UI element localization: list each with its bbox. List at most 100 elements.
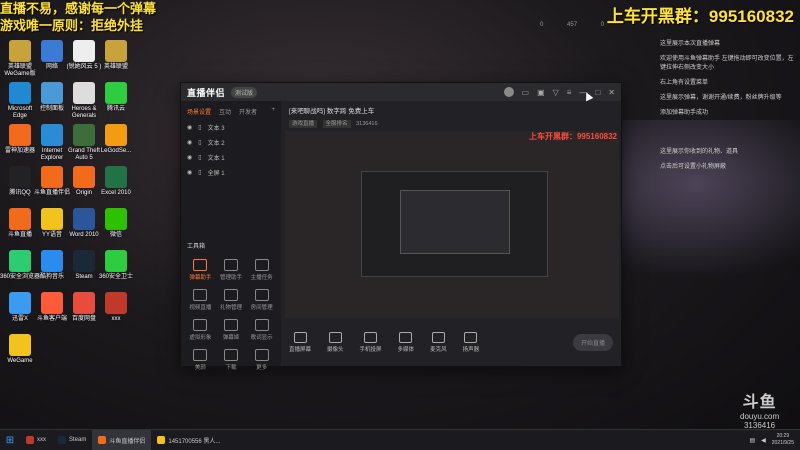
volume-icon[interactable]: ◀ [761,437,766,444]
tool-icon [223,259,238,271]
nested-preview [361,171,548,277]
eye-icon[interactable]: ◉ [187,169,192,176]
app-icon [73,208,95,230]
chat-line: 右上角有设置菜单 [660,80,709,86]
scene-item[interactable]: ◉ ▯ 文本 3 [181,120,281,135]
overlay-line-2: 游戏唯一原则：拒绝外挂 [0,18,144,33]
app-icon [41,40,63,62]
desktop-icon[interactable]: 英雄联盟 [96,40,136,71]
desktop-icon[interactable]: 360安全卫士 [96,250,136,281]
message-icon[interactable]: ▭ [522,88,530,97]
desktop-icon-label: 360安全卫士 [98,274,133,280]
desktop-icon-label: xxx [111,316,121,322]
tool-button[interactable]: 弹幕姬 [216,319,247,341]
room-chip[interactable]: 全服排名 [322,120,351,128]
app-icon [41,208,63,230]
tool-button[interactable]: 歌词显示 [246,319,277,341]
app-icon [73,124,95,146]
lock-icon[interactable]: ▯ [198,169,201,176]
chat-line: 欢迎使用斗鱼弹幕助手 左键拖动即可改变位置，左键拉伸右侧改变大小 [660,56,794,71]
taskbar-item[interactable]: 斗鱼直播伴侣 [92,430,152,450]
live-preview[interactable]: 上车开黑群：995160832 [285,131,619,318]
tool-button[interactable]: 礼物管理 [216,289,247,311]
scene-item[interactable]: ◉ ▯ 文本 2 [181,135,281,150]
stream-stats: 0 457 0 [540,22,626,28]
taskbar-item[interactable]: Steam [52,430,92,450]
scene-item[interactable]: ◉ ▯ 文本 1 [181,150,281,165]
scene-item[interactable]: ◉ ▯ 全屏 1 [181,165,281,180]
maximize-icon[interactable]: □ [595,88,600,97]
sidebar-tabs: 场景设置 互动 开发者 + [181,101,281,120]
close-icon[interactable]: ✕ [608,88,615,97]
desktop-icon-label: 英雄联盟 [103,64,128,70]
tab-scenes[interactable]: 场景设置 [187,107,211,116]
live-companion-window[interactable]: 直播伴侣 测试版 ▭ ▣ ▽ ≡ — □ ✕ 场景设置 互动 开发者 + ◉ ▯ 文… [180,82,622,371]
tab-interact[interactable]: 互动 [219,107,231,116]
app-icon [41,124,63,146]
skin-icon[interactable]: ▽ [553,88,559,97]
desktop-icon[interactable]: 腾讯云 [96,82,136,113]
taskbar-item-label: xxx [37,437,46,443]
tab-developer[interactable]: 开发者 [239,107,257,116]
source-button[interactable]: 手机投屏 [359,331,382,353]
source-button[interactable]: 扬声器 [463,331,479,353]
scene-label: 文本 3 [207,126,225,132]
network-icon[interactable]: ▤ [749,437,755,444]
window-titlebar[interactable]: 直播伴侣 测试版 ▭ ▣ ▽ ≡ — □ ✕ [181,83,621,101]
source-button[interactable]: 麦克风 [430,331,447,353]
tool-button[interactable]: 弹幕助手 [185,259,216,281]
stat-1: 457 [567,22,578,28]
tool-button[interactable]: 更多 [246,349,277,371]
desktop-icon[interactable]: xxx [96,292,136,323]
lock-icon[interactable]: ▯ [198,139,201,146]
source-label: 多媒体 [397,346,415,353]
menu-icon[interactable]: ≡ [567,88,572,97]
eye-icon[interactable]: ◉ [187,124,192,131]
eye-icon[interactable]: ◉ [187,154,192,161]
app-icon [9,82,31,104]
lock-icon[interactable]: ▯ [198,154,201,161]
tool-icon [254,319,269,331]
tool-button[interactable]: 美颜 [185,349,216,371]
tool-icon [223,319,238,331]
source-button[interactable]: 摄像头 [327,331,344,353]
desktop-icon[interactable]: 微信 [96,208,136,239]
app-icon [9,124,31,146]
room-chip[interactable]: 游戏直播 [289,120,318,128]
avatar[interactable] [503,87,514,97]
source-button[interactable]: 多媒体 [397,331,415,353]
tool-button[interactable]: 主播任务 [246,259,277,281]
taskbar: ⊞ xxx Steam 斗鱼直播伴侣 1451700556 黑人... ▤ ◀ 20:… [0,429,800,450]
app-icon [105,208,127,230]
tool-button[interactable]: 房间管理 [246,289,277,311]
add-scene-icon[interactable]: + [271,107,275,116]
tool-button[interactable]: 管理助手 [216,259,247,281]
desktop-icon[interactable]: Excel 2010 [96,166,136,197]
start-live-button[interactable]: 开始直播 [572,333,613,351]
app-icon [73,82,95,104]
app-icon [105,40,127,62]
desktop-icon[interactable]: LeGodSe... [96,124,136,155]
eye-icon[interactable]: ◉ [187,139,192,146]
tool-button[interactable]: 视频直播 [185,289,216,311]
tool-button[interactable]: 虚拟形象 [185,319,216,341]
clock[interactable]: 20:29 2021/9/25 [772,433,794,447]
source-button[interactable]: 直播屏幕 [289,331,311,353]
window-controls: ▭ ▣ ▽ ≡ — □ ✕ [503,87,615,97]
taskbar-item[interactable]: 1451700556 黑人... [151,430,226,450]
desktop-icon[interactable]: WeGame [0,334,40,365]
app-icon [73,40,95,62]
gift-icon[interactable]: ▣ [537,88,545,97]
app-icon [41,166,63,188]
lock-icon[interactable]: ▯ [198,124,201,131]
app-icon [9,250,31,272]
room-title[interactable]: [来吧聊战吗] 数字跨 免费上车 [289,105,613,115]
windows-start-icon[interactable]: ⊞ [0,435,20,446]
app-icon [41,292,63,314]
tool-label: 管理助手 [219,275,242,281]
tool-button[interactable]: 下载 [216,349,247,371]
taskbar-item[interactable]: xxx [20,430,52,450]
app-icon [73,166,95,188]
source-label: 手机投屏 [359,346,382,353]
tool-icon [193,289,208,301]
